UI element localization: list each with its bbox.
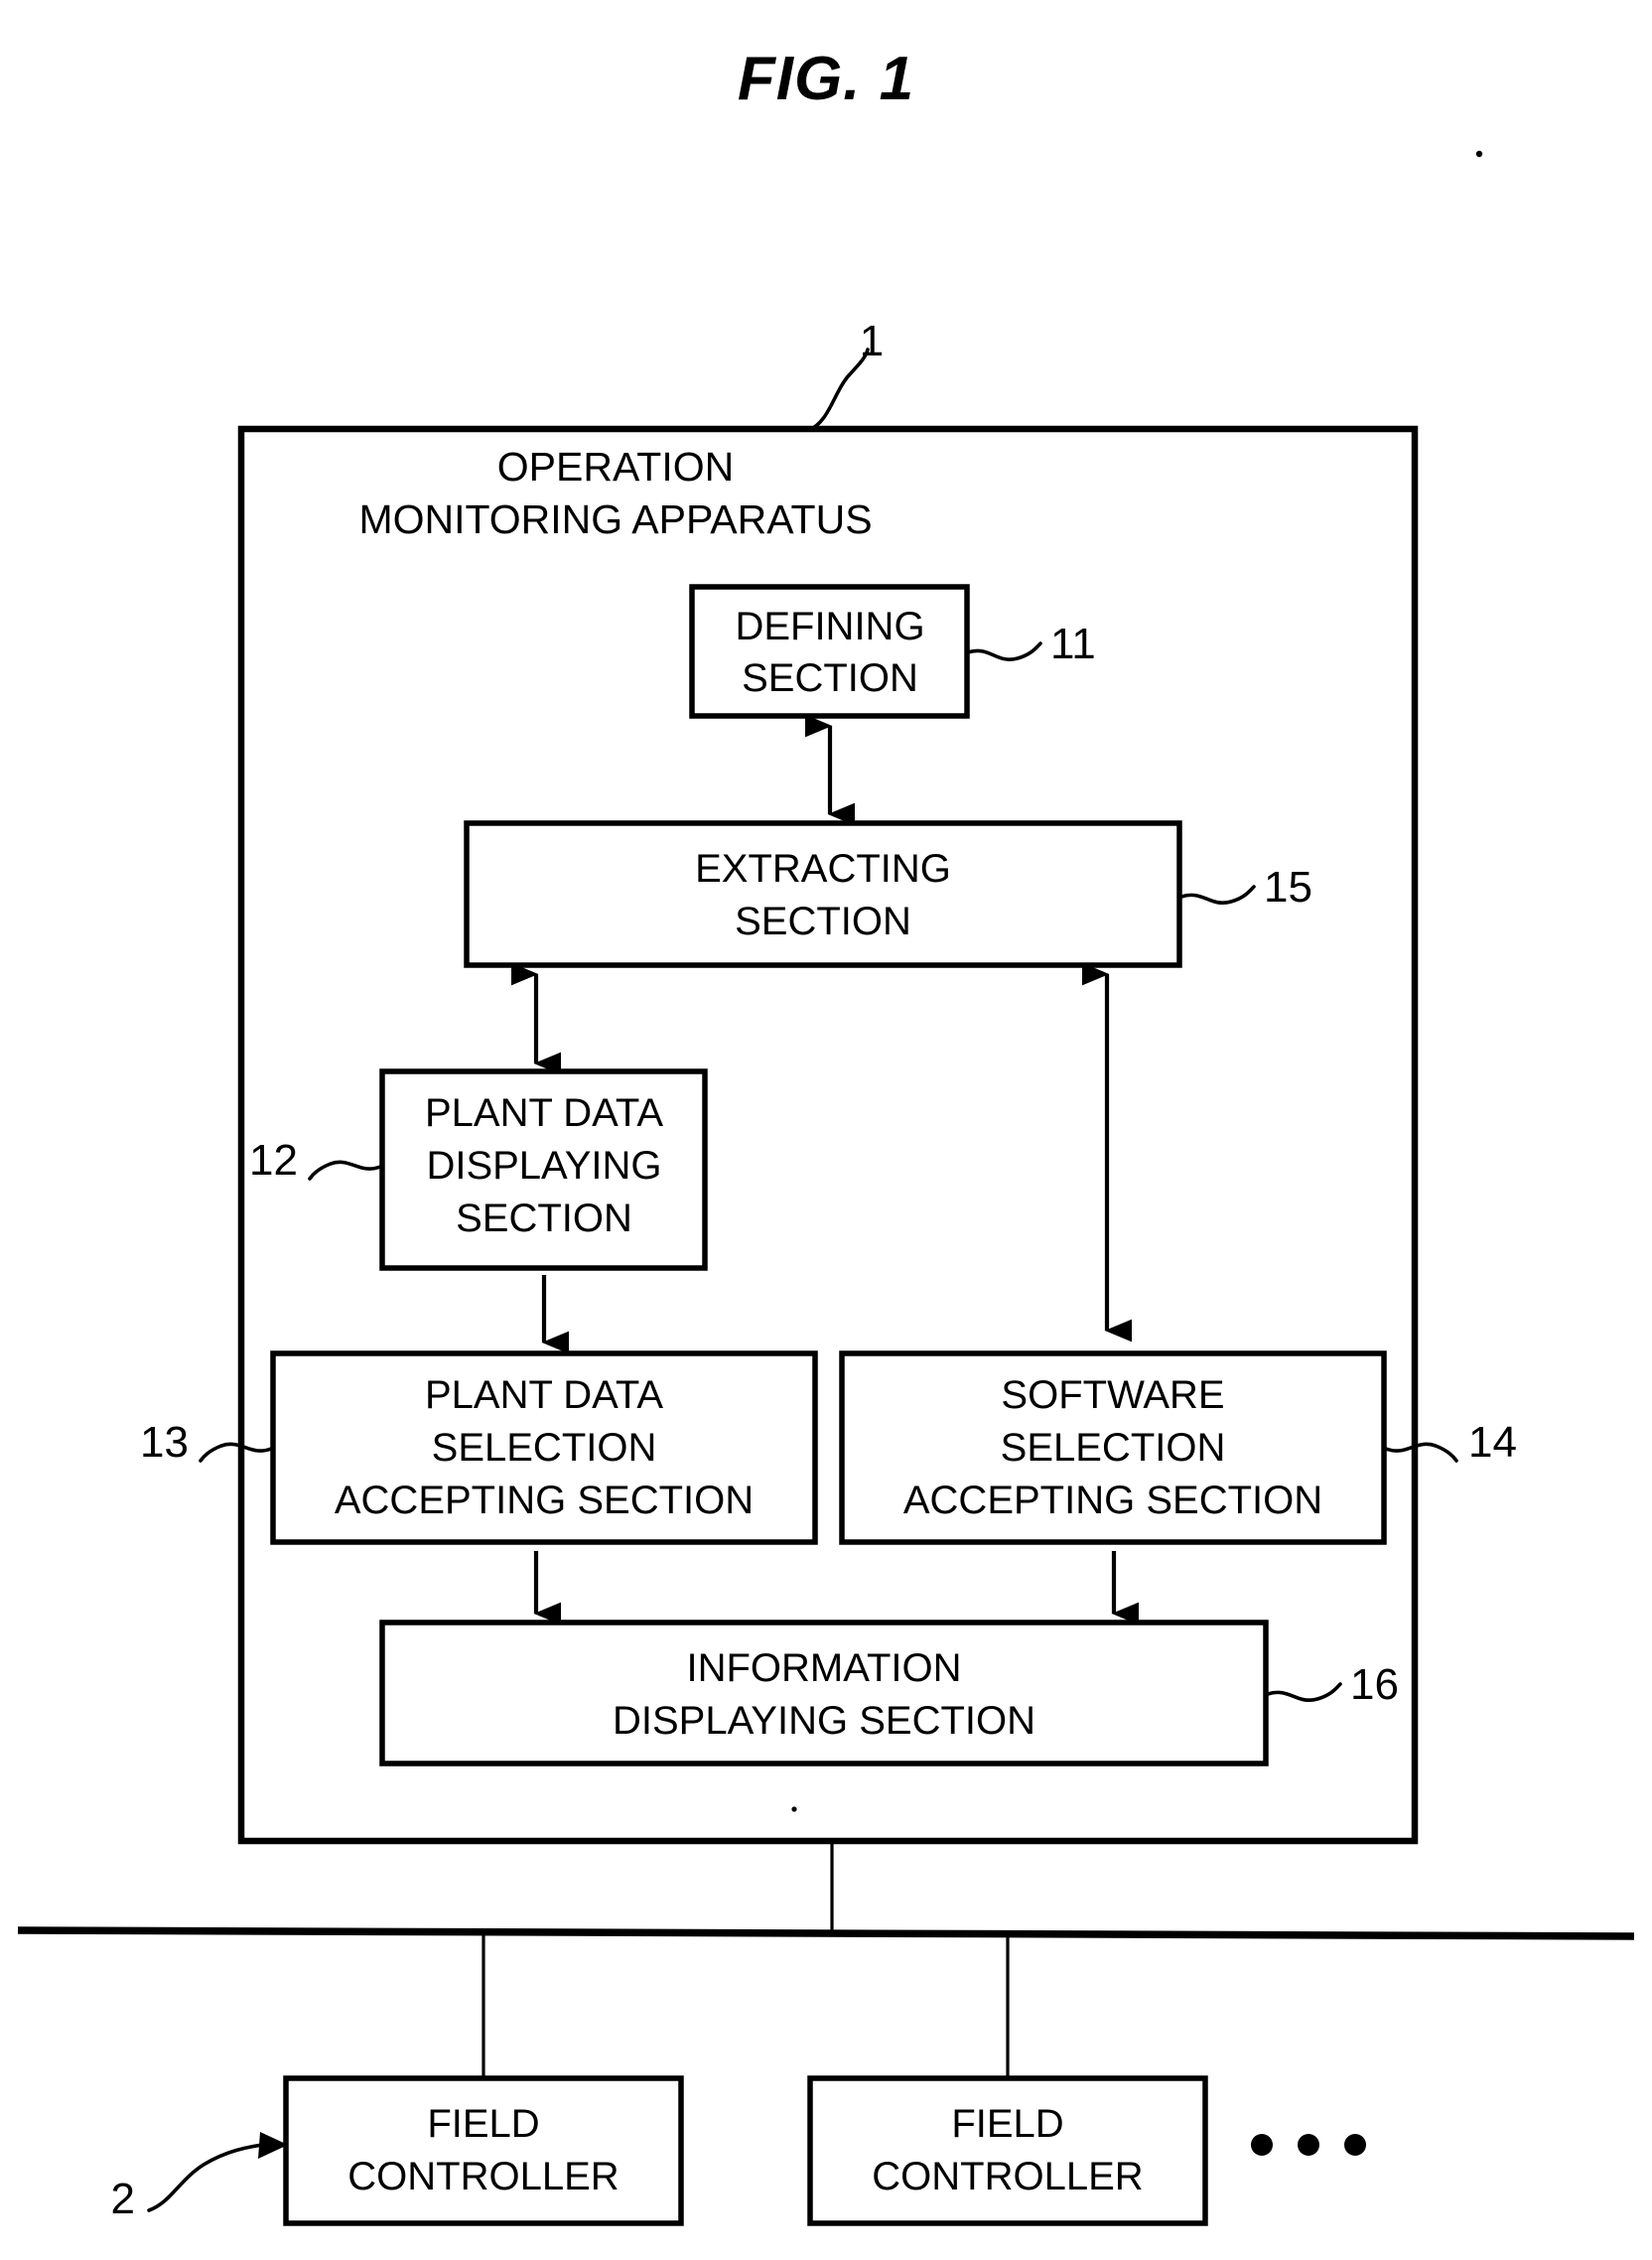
main-container-title-line1: OPERATION [497, 444, 734, 490]
ref-number-extracting-section: 15 [1264, 863, 1312, 912]
scan-artifact-dot-2 [791, 1806, 797, 1812]
field-controller-2-label-line2: CONTROLLER [872, 2155, 1143, 2198]
plant-data-selection-label-line1: PLANT DATA [425, 1373, 663, 1417]
field-controller-2-label-line1: FIELD [951, 2102, 1063, 2146]
software-selection-label-line3: ACCEPTING SECTION [903, 1479, 1322, 1522]
field-controller-box-1[interactable] [283, 2075, 684, 2226]
field-controller-1-label-line1: FIELD [427, 2102, 539, 2146]
plant-data-selection-label-line2: SELECTION [432, 1426, 657, 1470]
ellipsis-icon [1251, 2134, 1366, 2156]
defining-section-label-line2: SECTION [742, 656, 918, 700]
ref-number-plant-data-selection: 13 [140, 1418, 189, 1467]
ref-number-information-displaying: 16 [1350, 1660, 1399, 1709]
information-displaying-label-line1: INFORMATION [686, 1646, 961, 1690]
extracting-section-label-line1: EXTRACTING [695, 847, 951, 891]
ref-number-defining-section: 11 [1050, 620, 1096, 668]
plant-data-displaying-label-line1: PLANT DATA [425, 1091, 663, 1135]
ref-number-software-selection: 14 [1468, 1418, 1517, 1467]
leader-arrow-field-controllers [147, 2143, 265, 2212]
figure-title: FIG. 1 [738, 45, 914, 113]
software-selection-label-line2: SELECTION [1001, 1426, 1226, 1470]
information-displaying-label-line2: DISPLAYING SECTION [613, 1699, 1035, 1743]
patent-figure: FIG. 1 1 OPERATION MONITORING APPARATUS … [0, 0, 1652, 2260]
ref-number-main-container: 1 [860, 317, 884, 365]
diagram-canvas: FIG. 1 1 OPERATION MONITORING APPARATUS … [17, 45, 1635, 2226]
field-controller-1-label-line2: CONTROLLER [347, 2155, 619, 2198]
defining-section-label-line1: DEFINING [735, 605, 924, 648]
scan-artifact-dot-3 [553, 1265, 559, 1271]
extracting-section-box[interactable] [464, 820, 1182, 968]
software-selection-label-line1: SOFTWARE [1001, 1373, 1224, 1417]
ref-number-field-controllers: 2 [111, 2175, 135, 2223]
plant-data-selection-label-line3: ACCEPTING SECTION [335, 1479, 754, 1522]
extracting-section-label-line2: SECTION [735, 900, 911, 943]
plant-data-displaying-label-line2: DISPLAYING [426, 1144, 661, 1188]
main-container-title-line2: MONITORING APPARATUS [358, 496, 872, 542]
network-bus-line [17, 1926, 1635, 1940]
plant-data-displaying-label-line3: SECTION [456, 1197, 632, 1240]
field-controller-box-2[interactable] [807, 2075, 1208, 2226]
ref-number-plant-data-displaying: 12 [249, 1136, 298, 1185]
scan-artifact-dot [1475, 150, 1483, 158]
